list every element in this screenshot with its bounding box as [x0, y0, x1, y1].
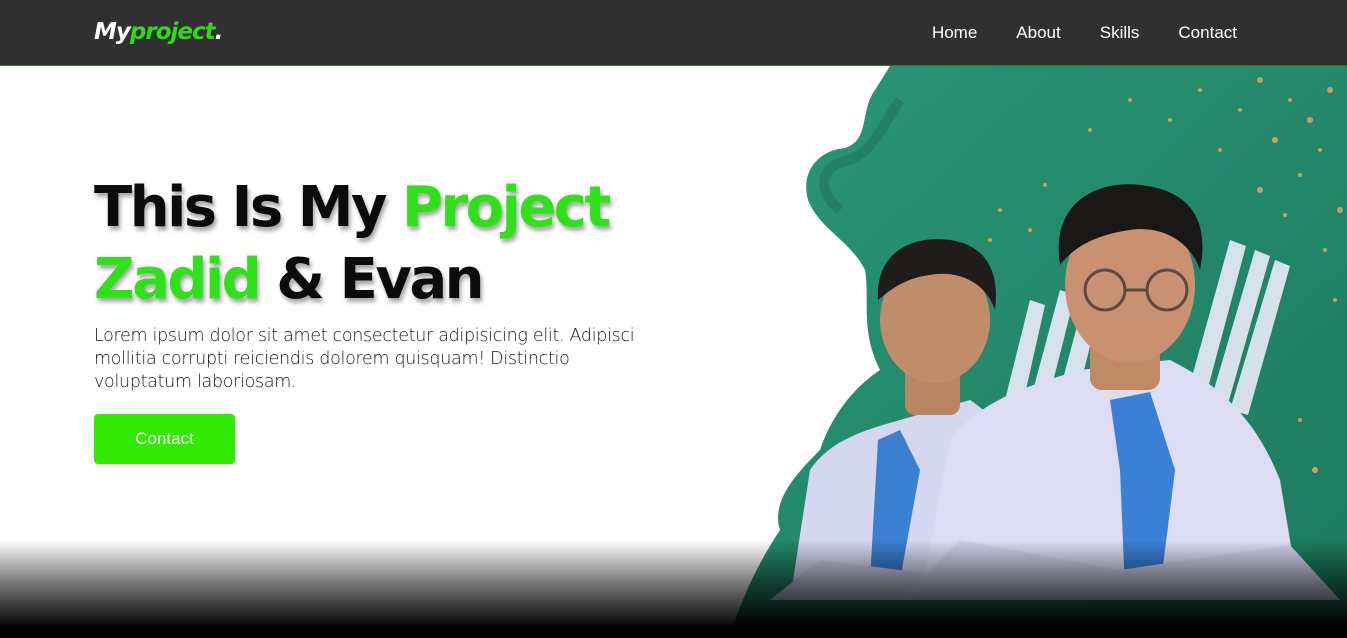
hero-title-accent2: Zadid: [94, 247, 262, 312]
hero-description: Lorem ipsum dolor sit amet consectetur a…: [94, 326, 635, 392]
hero-image: [700, 0, 1347, 638]
hero-title-part2: & Evan: [259, 247, 484, 312]
logo-accent: project: [129, 19, 216, 45]
contact-button[interactable]: Contact: [94, 414, 235, 464]
navbar: Myproject. Home About Skills Contact: [0, 0, 1347, 66]
nav-link-home[interactable]: Home: [932, 23, 977, 43]
site-logo[interactable]: Myproject.: [94, 16, 224, 48]
nav-link-contact[interactable]: Contact: [1178, 23, 1237, 43]
hero-title-part1: This Is My: [94, 175, 402, 240]
app-root: Myproject. Home About Skills Contact Thi…: [0, 0, 1347, 638]
nav-menu: Home About Skills Contact: [932, 0, 1237, 66]
hero-title-accent1: Project: [401, 175, 611, 240]
hero-title: This Is My Project Zadid & Evan: [94, 172, 611, 316]
logo-main: My: [94, 19, 131, 45]
nav-link-about[interactable]: About: [1016, 23, 1060, 43]
nav-link-skills[interactable]: Skills: [1100, 23, 1140, 43]
logo-dot: .: [214, 19, 224, 45]
